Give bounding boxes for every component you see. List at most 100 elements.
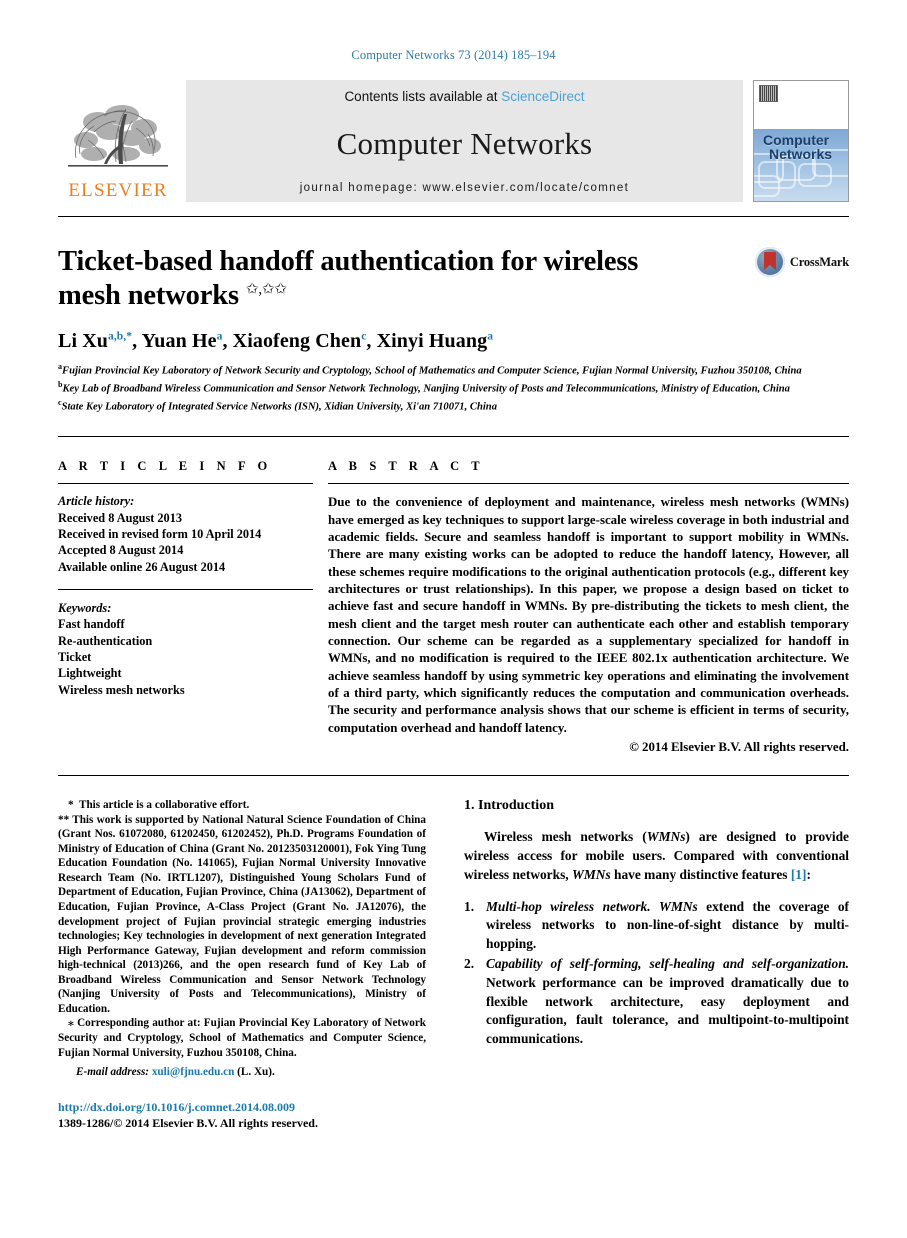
author-1-affil-marks: a,b, bbox=[107, 330, 127, 343]
abstract-rule bbox=[328, 483, 849, 485]
introduction-column: 1. Introduction Wireless mesh networks (… bbox=[464, 798, 849, 1131]
list-item-title: Multi-hop wireless network. bbox=[486, 898, 651, 914]
title-block: CrossMark Ticket-based handoff authentic… bbox=[58, 245, 849, 414]
contents-prefix: Contents lists available at bbox=[344, 89, 502, 104]
article-info-column: A R T I C L E I N F O Article history: R… bbox=[58, 459, 313, 755]
cover-top-area bbox=[754, 81, 848, 129]
cover-bottom-area: Computer Networks bbox=[754, 129, 848, 201]
page-title: Ticket-based handoff authentication for … bbox=[58, 245, 698, 313]
elsevier-tree-icon bbox=[68, 105, 168, 167]
keyword-item: Re-authentication bbox=[58, 633, 153, 648]
history-item-online: Available online 26 August 2014 bbox=[58, 559, 226, 574]
footnote-double-star-text: This work is supported by National Natur… bbox=[58, 813, 426, 1015]
abstract-text: Due to the convenience of deployment and… bbox=[328, 495, 849, 735]
intro-italic-wmns-1: WMNs bbox=[646, 829, 686, 845]
affiliation-b: bKey Lab of Broadband Wireless Communica… bbox=[58, 380, 849, 397]
intro-italic-wmns-2: WMNs bbox=[571, 866, 611, 882]
abstract-copyright: © 2014 Elsevier B.V. All rights reserved… bbox=[629, 740, 849, 755]
issn-copyright-line: 1389-1286/© 2014 Elsevier B.V. All right… bbox=[58, 1116, 318, 1131]
intro-text-c: have many distinctive features bbox=[610, 866, 791, 882]
list-item-text-a bbox=[651, 899, 659, 914]
keywords-rule bbox=[58, 588, 313, 590]
journal-cover-thumbnail: Computer Networks bbox=[753, 80, 849, 202]
footnote-corresponding-text: Corresponding author at: Fujian Provinci… bbox=[58, 1017, 427, 1059]
cover-title-line2: Networks bbox=[769, 146, 833, 163]
citation-ref-1[interactable]: [1] bbox=[791, 867, 807, 882]
intro-text-a: Wireless mesh networks ( bbox=[484, 829, 647, 845]
doi-link[interactable]: http://dx.doi.org/10.1016/j.comnet.2014.… bbox=[58, 1100, 426, 1115]
affiliation-a: aFujian Provincial Key Laboratory of Net… bbox=[58, 362, 849, 379]
email-label: E-mail address: bbox=[76, 1066, 150, 1079]
cover-title-line1: Computer bbox=[763, 132, 830, 148]
author-4-affil-marks: a bbox=[487, 330, 494, 343]
paper-title-text: Ticket-based handoff authentication for … bbox=[58, 246, 639, 312]
cover-title-text: Computer Networks bbox=[763, 133, 832, 162]
history-item-received: Received 8 August 2013 bbox=[58, 510, 182, 525]
list-item-number: 2. bbox=[464, 956, 475, 971]
author-3[interactable]: Xiaofeng Chenc bbox=[233, 330, 367, 352]
footnotes-column: * This article is a collaborative effort… bbox=[58, 798, 426, 1131]
affiliation-c-text: State Key Laboratory of Integrated Servi… bbox=[61, 401, 497, 413]
crossmark-badge-group[interactable]: CrossMark bbox=[754, 247, 849, 277]
introduction-paragraph: Wireless mesh networks (WMNs) are design… bbox=[464, 828, 849, 884]
crossmark-icon bbox=[754, 247, 785, 277]
intro-text-d: : bbox=[806, 866, 811, 882]
keyword-item: Lightweight bbox=[58, 666, 122, 681]
abstract-column: A B S T R A C T Due to the convenience o… bbox=[313, 459, 849, 755]
footnote-corresponding: ⁎ Corresponding author at: Fujian Provin… bbox=[58, 1016, 426, 1060]
list-item-number: 1. bbox=[464, 898, 475, 914]
author-list: Li Xua,b,*, Yuan Hea, Xiaofeng Chenc, Xi… bbox=[58, 330, 494, 353]
email-line: E-mail address: xuli@fjnu.edu.cn (L. Xu)… bbox=[58, 1066, 426, 1078]
author-4[interactable]: Xinyi Huanga bbox=[377, 330, 493, 352]
journal-homepage-line[interactable]: journal homepage: www.elsevier.com/locat… bbox=[300, 182, 629, 194]
article-history-label: Article history: bbox=[58, 494, 135, 509]
journal-header-band: Contents lists available at ScienceDirec… bbox=[186, 80, 743, 202]
footnote-star-mark: * bbox=[68, 799, 74, 812]
author-3-name: Xiaofeng Chen bbox=[232, 330, 362, 353]
keywords-label: Keywords: bbox=[58, 600, 112, 615]
elsevier-logo: ELSEVIER bbox=[58, 80, 178, 202]
author-2-name: Yuan He bbox=[141, 330, 217, 353]
masthead-divider bbox=[58, 216, 849, 217]
list-item: 2. Capability of self-forming, self-heali… bbox=[464, 955, 849, 1049]
article-info-heading: A R T I C L E I N F O bbox=[58, 459, 272, 474]
history-item-accepted: Accepted 8 August 2014 bbox=[58, 543, 184, 558]
keywords-block: Keywords: Fast handoff Re-authentication… bbox=[58, 600, 313, 698]
abstract-heading: A B S T R A C T bbox=[328, 459, 485, 474]
footnote-double-star: ** This work is supported by National Na… bbox=[58, 813, 426, 1017]
list-item-text-a: Network performance can be improved dram… bbox=[486, 974, 849, 1047]
sciencedirect-link[interactable]: ScienceDirect bbox=[501, 89, 584, 104]
author-2[interactable]: Yuan Hea bbox=[142, 330, 223, 352]
cover-stamp-icon bbox=[759, 85, 778, 102]
keyword-item: Ticket bbox=[58, 649, 92, 664]
keyword-item: Fast handoff bbox=[58, 617, 125, 632]
abstract-bottom-divider bbox=[58, 775, 849, 777]
introduction-heading: 1. Introduction bbox=[464, 798, 554, 814]
email-suffix: (L. Xu). bbox=[237, 1066, 275, 1079]
author-2-affil-marks: a bbox=[216, 330, 223, 343]
body-columns: * This article is a collaborative effort… bbox=[58, 798, 849, 1131]
list-item-italic-wmns: WMNs bbox=[659, 898, 698, 914]
running-head: Computer Networks 73 (2014) 185–194 bbox=[351, 48, 556, 62]
article-history-block: Article history: Received 8 August 2013 … bbox=[58, 493, 313, 575]
history-item-revised: Received in revised form 10 April 2014 bbox=[58, 526, 262, 541]
footnote-double-star-mark: ** bbox=[58, 813, 70, 826]
affiliation-b-text: Key Lab of Broadband Wireless Communicat… bbox=[62, 383, 790, 395]
elsevier-wordmark: ELSEVIER bbox=[68, 180, 168, 201]
author-3-affil-marks: c bbox=[361, 330, 367, 343]
author-1[interactable]: Li Xua,b,* bbox=[58, 330, 132, 352]
affiliation-a-text: Fujian Provincial Key Laboratory of Netw… bbox=[62, 365, 802, 377]
footnote-corresponding-mark: ⁎ bbox=[68, 1017, 74, 1030]
list-item: 1. Multi-hop wireless network. WMNs exten… bbox=[464, 898, 849, 954]
list-item-title: Capability of self-forming, self-healing… bbox=[486, 956, 849, 971]
journal-title: Computer Networks bbox=[336, 126, 593, 161]
title-footnote-marks: ✩,✩✩ bbox=[245, 281, 287, 298]
article-info-rule bbox=[58, 483, 313, 485]
journal-masthead: ELSEVIER Contents lists available at Sci… bbox=[58, 80, 849, 202]
keyword-item: Wireless mesh networks bbox=[58, 682, 185, 697]
author-1-name: Li Xu bbox=[58, 330, 108, 353]
title-divider bbox=[58, 436, 849, 438]
affiliation-list: aFujian Provincial Key Laboratory of Net… bbox=[58, 362, 849, 414]
crossmark-label: CrossMark bbox=[789, 254, 849, 269]
email-link[interactable]: xuli@fjnu.edu.cn bbox=[152, 1066, 235, 1078]
